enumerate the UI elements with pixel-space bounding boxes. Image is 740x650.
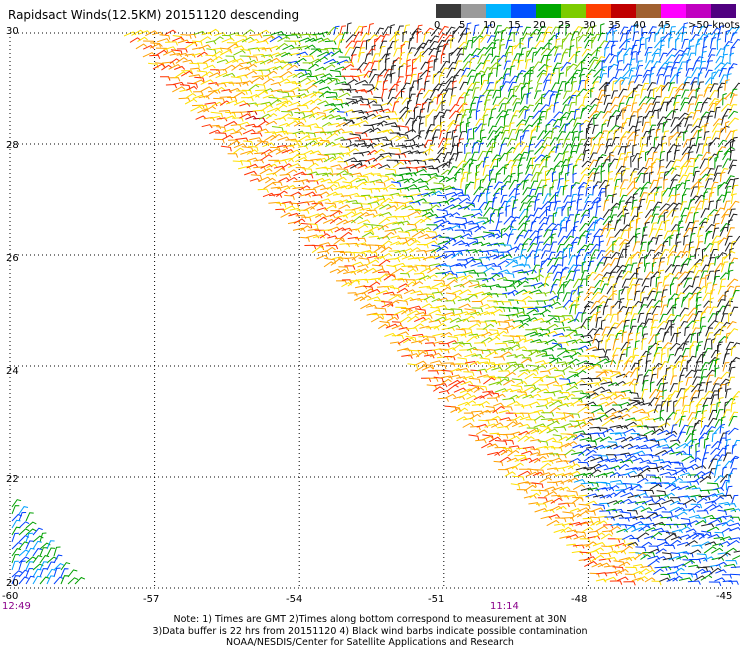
colorbar-cell xyxy=(586,4,611,18)
colorbar-cell xyxy=(536,4,561,18)
footnote-line: 3)Data buffer is 22 hrs from 20151120 4)… xyxy=(152,625,588,637)
footnote-line: NOAA/NESDIS/Center for Satellite Applica… xyxy=(226,637,514,648)
colorbar-cell xyxy=(636,4,661,18)
time-label-center: 11:14 xyxy=(490,601,519,612)
lat-label: 26 xyxy=(6,253,19,264)
lon-label: -51 xyxy=(428,594,445,605)
lat-label: 20 xyxy=(6,578,19,589)
colorbar-strip xyxy=(436,4,736,18)
colorbar-label: 30 xyxy=(583,20,596,31)
colorbar-cell xyxy=(711,4,736,18)
colorbar-label: 5 xyxy=(459,20,466,31)
colorbar-cell xyxy=(611,4,636,18)
colorbar-label: >50 knots xyxy=(688,20,740,31)
lon-label: -54 xyxy=(286,594,303,605)
colorbar-cell xyxy=(686,4,711,18)
time-label-left: 12:49 xyxy=(2,601,31,612)
colorbar-cell xyxy=(561,4,586,18)
colorbar-label: 20 xyxy=(533,20,546,31)
colorbar-label: 35 xyxy=(608,20,621,31)
colorbar-label: 40 xyxy=(633,20,646,31)
footnotes: Note: 1) Times are GMT 2)Times along bot… xyxy=(110,614,630,649)
lat-label: 30 xyxy=(6,26,19,37)
lon-label: -45 xyxy=(716,591,733,602)
lon-label: -57 xyxy=(143,594,160,605)
lon-label: -48 xyxy=(571,594,588,605)
colorbar-label: 10 xyxy=(483,20,496,31)
colorbar-cell xyxy=(461,4,486,18)
footnote-line: Note: 1) Times are GMT 2)Times along bot… xyxy=(173,614,567,625)
map-title: Rapidsact Winds(12.5KM) 20151120 descend… xyxy=(8,8,300,22)
colorbar-cell xyxy=(511,4,536,18)
colorbar-label: 0 xyxy=(434,20,441,31)
colorbar-label: 45 xyxy=(658,20,671,31)
colorbar-label: 15 xyxy=(508,20,521,31)
wind-speed-colorbar: 0 5 10 15 20 25 30 35 40 45 >50 knots xyxy=(434,4,740,32)
lat-label: 22 xyxy=(6,474,19,485)
lat-label: 28 xyxy=(6,140,19,151)
colorbar-cell xyxy=(436,4,461,18)
colorbar-cell xyxy=(661,4,686,18)
colorbar-cell xyxy=(486,4,511,18)
colorbar-label: 25 xyxy=(558,20,571,31)
lat-label: 24 xyxy=(6,366,19,377)
wind-barb-map xyxy=(0,0,740,650)
